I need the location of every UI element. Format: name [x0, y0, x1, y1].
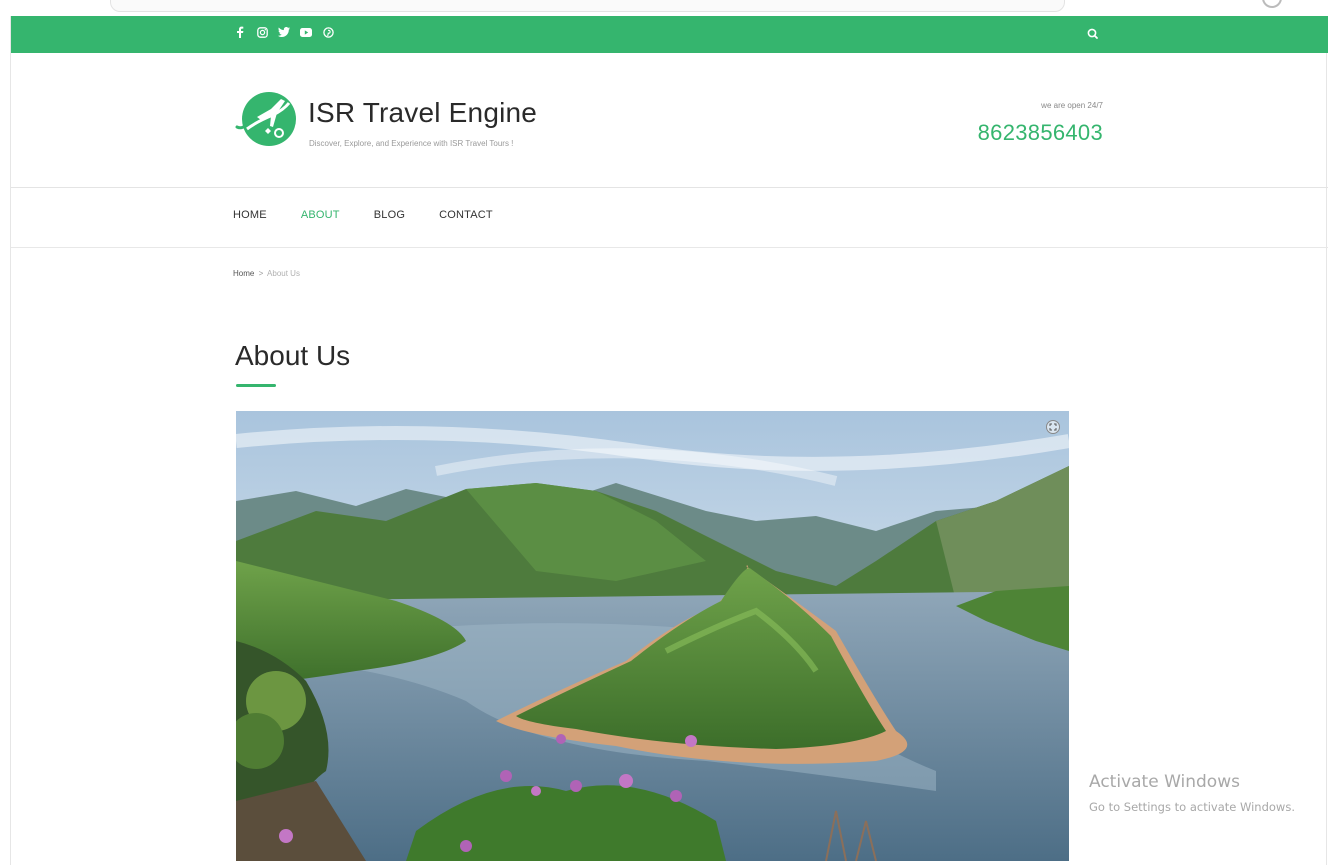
phone-number[interactable]: 8623856403 — [978, 120, 1103, 146]
youtube-icon[interactable] — [299, 25, 313, 39]
breadcrumb: Home > About Us — [233, 269, 300, 278]
nav-item-contact[interactable]: CONTACT — [439, 209, 493, 221]
browser-chrome — [0, 0, 1338, 16]
page-title: About Us — [235, 340, 351, 371]
title-underline — [236, 384, 276, 387]
nav-item-blog[interactable]: BLOG — [374, 209, 405, 221]
instagram-icon[interactable] — [255, 25, 269, 39]
browser-address-bar[interactable] — [110, 0, 1065, 12]
top-bar — [11, 16, 1328, 53]
open-hours-text: we are open 24/7 — [1041, 101, 1103, 110]
breadcrumb-home[interactable]: Home — [233, 269, 254, 278]
search-icon[interactable] — [1085, 26, 1101, 42]
site-title[interactable]: ISR Travel Engine — [308, 97, 537, 129]
pinterest-icon[interactable] — [321, 25, 335, 39]
nav-item-about[interactable]: ABOUT — [301, 209, 340, 221]
logo-icon[interactable] — [233, 85, 301, 153]
watermark-subtitle: Go to Settings to activate Windows. — [1089, 800, 1295, 814]
twitter-icon[interactable] — [277, 25, 291, 39]
facebook-icon[interactable] — [233, 25, 247, 39]
breadcrumb-current: About Us — [267, 269, 300, 278]
social-links — [233, 25, 335, 39]
watermark-title: Activate Windows — [1089, 772, 1240, 792]
site-tagline: Discover, Explore, and Experience with I… — [309, 139, 514, 148]
browser-profile-icon[interactable] — [1262, 0, 1282, 8]
hero-image — [236, 411, 1069, 861]
nav-item-home[interactable]: HOME — [233, 209, 267, 221]
nav-menu: HOME ABOUT BLOG CONTACT — [233, 209, 527, 221]
activate-windows-watermark: Activate Windows Go to Settings to activ… — [1089, 772, 1295, 814]
expand-icon[interactable] — [1046, 420, 1060, 434]
breadcrumb-separator: > — [258, 269, 264, 278]
web-page: ISR Travel Engine Discover, Explore, and… — [10, 16, 1328, 865]
main-nav: HOME ABOUT BLOG CONTACT — [11, 188, 1328, 248]
site-header: ISR Travel Engine Discover, Explore, and… — [11, 53, 1328, 188]
